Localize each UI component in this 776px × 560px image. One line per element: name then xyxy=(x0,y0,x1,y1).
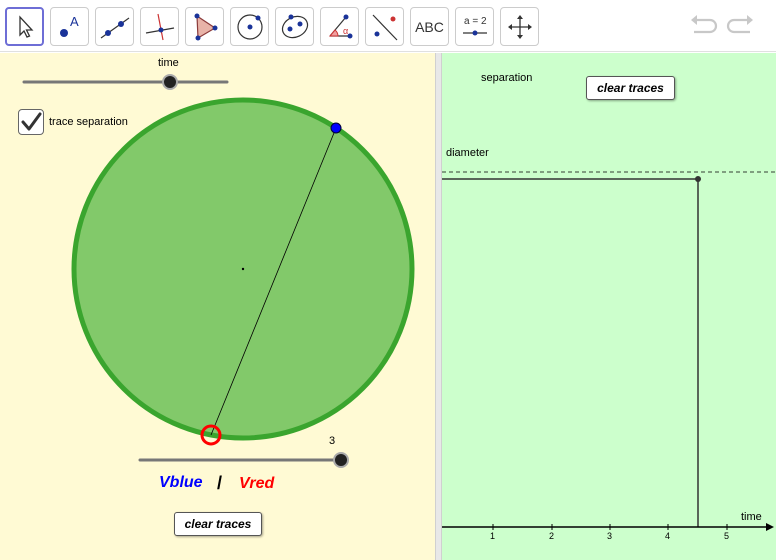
panel-divider[interactable] xyxy=(435,53,442,560)
move-arrows-icon xyxy=(507,14,532,39)
redo-icon xyxy=(726,15,753,34)
perpendicular-tool-button[interactable] xyxy=(140,7,179,46)
v-blue-word: blue xyxy=(169,474,203,491)
speed-ratio-slider-handle[interactable] xyxy=(333,452,349,468)
svg-text:A: A xyxy=(70,14,79,29)
toolbar: A α ABC a = 2 xyxy=(0,0,776,52)
graph-current-point xyxy=(695,176,701,182)
x-tick-label-3: 3 xyxy=(607,531,613,541)
svg-text:a = 2: a = 2 xyxy=(464,16,487,27)
trace-separation-checkbox[interactable] xyxy=(18,109,44,135)
circle-center-point-icon xyxy=(236,13,263,40)
slider-tool-button[interactable]: a = 2 xyxy=(455,7,494,46)
move-tool-button[interactable] xyxy=(5,7,44,46)
text-icon: ABC xyxy=(415,18,444,35)
text-tool-button[interactable]: ABC xyxy=(410,7,449,46)
undo-icon xyxy=(691,15,718,34)
polygon-icon xyxy=(194,13,217,40)
line-through-points-icon xyxy=(100,17,129,38)
v-blue-label: Vblue xyxy=(159,474,203,492)
reflect-tool-button[interactable] xyxy=(365,7,404,46)
x-axis-label: time xyxy=(741,511,762,523)
slider-icon: a = 2 xyxy=(462,16,487,35)
circle-center-point xyxy=(241,267,245,271)
angle-tool-button[interactable]: α xyxy=(320,7,359,46)
circle-tool-button[interactable] xyxy=(230,7,269,46)
graphics-view-left[interactable]: time trace separation 3 Vblue / Vred cle… xyxy=(0,53,435,560)
time-slider-handle[interactable] xyxy=(162,74,178,90)
perpendicular-line-icon xyxy=(145,13,174,40)
point-label-icon: A xyxy=(59,14,79,37)
x-tick-label-1: 1 xyxy=(490,531,496,541)
x-axis-arrow xyxy=(766,523,774,531)
ellipse-tool-button[interactable] xyxy=(275,7,314,46)
redo-button[interactable] xyxy=(726,12,756,45)
svg-text:α: α xyxy=(343,26,348,36)
undo-button[interactable] xyxy=(688,12,718,45)
checkmark-icon xyxy=(21,112,42,131)
line-tool-button[interactable] xyxy=(95,7,134,46)
x-tick-label-4: 4 xyxy=(665,531,671,541)
speed-ratio-value: 3 xyxy=(329,435,336,447)
trace-separation-label: trace separation xyxy=(49,116,128,128)
graphics-view-right[interactable]: separation clear traces diameter 1 2 3 4… xyxy=(442,53,776,560)
cursor-arrow-icon xyxy=(18,14,33,38)
separation-graph xyxy=(442,171,776,531)
reflect-about-line-icon xyxy=(372,14,397,40)
blue-point[interactable] xyxy=(330,122,342,134)
clear-traces-button-left[interactable]: clear traces xyxy=(174,512,262,536)
point-tool-button[interactable]: A xyxy=(50,7,89,46)
polygon-tool-button[interactable] xyxy=(185,7,224,46)
move-graphics-tool-button[interactable] xyxy=(500,7,539,46)
v-red-letter: V xyxy=(239,475,250,492)
angle-icon: α xyxy=(328,14,352,38)
v-red-label: Vred xyxy=(239,475,274,493)
v-red-word: red xyxy=(249,475,275,492)
x-tick-label-5: 5 xyxy=(724,531,730,541)
ratio-slash: / xyxy=(217,473,223,493)
ellipse-icon xyxy=(281,14,308,38)
v-blue-letter: V xyxy=(159,474,170,491)
x-tick-label-2: 2 xyxy=(549,531,555,541)
